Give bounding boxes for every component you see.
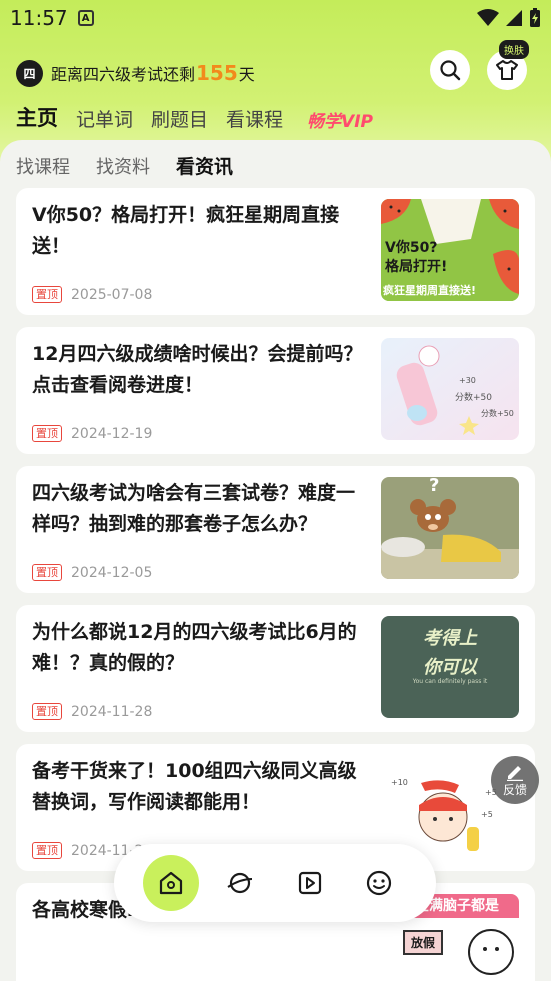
svg-text:?: ?	[429, 477, 439, 496]
subtab-find-courses[interactable]: 找课程	[16, 153, 70, 179]
article-title: 备考干货来了！100组四六级同义高级替换词，写作阅读都能用！	[32, 760, 357, 813]
battery-icon	[530, 8, 540, 27]
article-card[interactable]: 为什么都说12月的四六级考试比6月的难！？真的假的？ 置顶 2024-11-28…	[16, 605, 535, 732]
tab-vocabulary[interactable]: 记单词	[76, 105, 133, 132]
article-date: 2024-12-19	[71, 425, 153, 442]
svg-text:分数+50: 分数+50	[455, 391, 492, 403]
svg-text:+5: +5	[481, 810, 493, 819]
article-meta: 置顶 2025-07-08	[32, 286, 152, 303]
exam-countdown[interactable]: 四 距离四六级考试还剩155天	[16, 58, 255, 88]
svg-text:分数+50: 分数+50	[481, 408, 514, 418]
pinned-tag: 置顶	[32, 842, 62, 859]
svg-text:+10: +10	[391, 778, 408, 787]
article-title: 12月四六级成绩啥时候出？会提前吗？点击查看阅卷进度！	[32, 343, 363, 396]
article-date: 2024-11-28	[71, 703, 153, 720]
smile-icon	[367, 870, 392, 896]
thumb-line-1: 考得上	[423, 628, 477, 649]
countdown-prefix: 距离四六级考试还剩	[51, 65, 196, 84]
tab-home[interactable]: 主页	[16, 102, 58, 132]
notification-icon: A	[77, 10, 94, 26]
search-button[interactable]	[430, 50, 470, 90]
nav-video[interactable]	[282, 855, 338, 911]
thumb-line-3: 疯狂星期周直接送!	[383, 284, 477, 297]
article-meta: 置顶 2024-12-19	[32, 425, 152, 442]
thumb-line-1: V你50?	[385, 240, 438, 256]
pencil-icon	[507, 765, 523, 781]
feedback-button[interactable]: 反馈	[491, 756, 539, 804]
status-icons	[477, 8, 541, 28]
countdown-days: 155	[196, 61, 238, 85]
article-date: 2024-12-05	[71, 564, 153, 581]
pinned-tag: 置顶	[32, 703, 62, 720]
article-card[interactable]: 四六级考试为啥会有三套试卷？难度一样吗？抽到难的那套卷子怎么办？ 置顶 2024…	[16, 466, 535, 593]
nav-profile[interactable]	[351, 855, 407, 911]
home-icon	[159, 871, 182, 895]
article-thumbnail: 考得上 你可以 You can definitely pass it	[381, 616, 519, 718]
sub-tabs: 找课程 找资料 看资讯	[16, 152, 234, 179]
countdown-text: 距离四六级考试还剩155天	[51, 61, 255, 85]
wifi-icon	[477, 9, 499, 26]
cartoon-mouse-illustration: ?	[381, 477, 519, 579]
article-title: V你50？格局打开！疯狂星期周直接送！	[32, 204, 340, 257]
tab-practice[interactable]: 刷题目	[151, 105, 208, 132]
planet-icon	[227, 872, 253, 894]
thumb-line-3: You can definitely pass it	[412, 678, 488, 685]
article-thumbnail: V你50? 格局打开! 疯狂星期周直接送!	[381, 199, 519, 301]
countdown-suffix: 天	[238, 65, 255, 84]
article-title: 为什么都说12月的四六级考试比6月的难！？真的假的？	[32, 621, 357, 674]
article-thumbnail: +30 分数+50 分数+50	[381, 338, 519, 440]
video-icon	[298, 871, 321, 895]
status-time: 11:57	[10, 6, 68, 30]
article-card[interactable]: V你50？格局打开！疯狂星期周直接送！ 置顶 2025-07-08 V你50? …	[16, 188, 535, 315]
nav-home[interactable]	[142, 855, 199, 911]
subtab-find-materials[interactable]: 找资料	[96, 153, 150, 179]
nav-discover[interactable]	[212, 855, 268, 911]
search-icon	[440, 60, 461, 81]
signal-icon	[506, 10, 522, 26]
bottom-navigation	[114, 844, 436, 922]
article-meta: 置顶 2024-11-28	[32, 703, 152, 720]
svg-text:+30: +30	[459, 376, 476, 385]
article-date: 2025-07-08	[71, 286, 153, 303]
pinned-tag: 置顶	[32, 286, 62, 303]
exam-level-badge: 四	[16, 59, 43, 87]
article-meta: 置顶 2024-12-05	[32, 564, 152, 581]
subtab-news[interactable]: 看资讯	[176, 152, 234, 179]
skin-badge: 换肤	[499, 40, 529, 59]
article-thumbnail: ?	[381, 477, 519, 579]
article-card[interactable]: 12月四六级成绩啥时候出？会提前吗？点击查看阅卷进度！ 置顶 2024-12-1…	[16, 327, 535, 454]
feedback-label: 反馈	[502, 782, 527, 797]
status-bar: 11:57 A	[0, 0, 551, 36]
pinned-tag: 置顶	[32, 425, 62, 442]
tshirt-icon	[496, 60, 518, 80]
score-bottle-illustration: +30 分数+50 分数+50	[381, 338, 519, 440]
article-title: 四六级考试为啥会有三套试卷？难度一样吗？抽到难的那套卷子怎么办？	[32, 482, 356, 535]
main-tabs: 主页 记单词 刷题目 看课程 畅学VIP	[16, 102, 373, 132]
thumb-line-2: 格局打开!	[385, 259, 448, 275]
pinned-tag: 置顶	[32, 564, 62, 581]
tab-courses[interactable]: 看课程	[226, 105, 283, 132]
tab-vip[interactable]: 畅学VIP	[307, 107, 373, 132]
